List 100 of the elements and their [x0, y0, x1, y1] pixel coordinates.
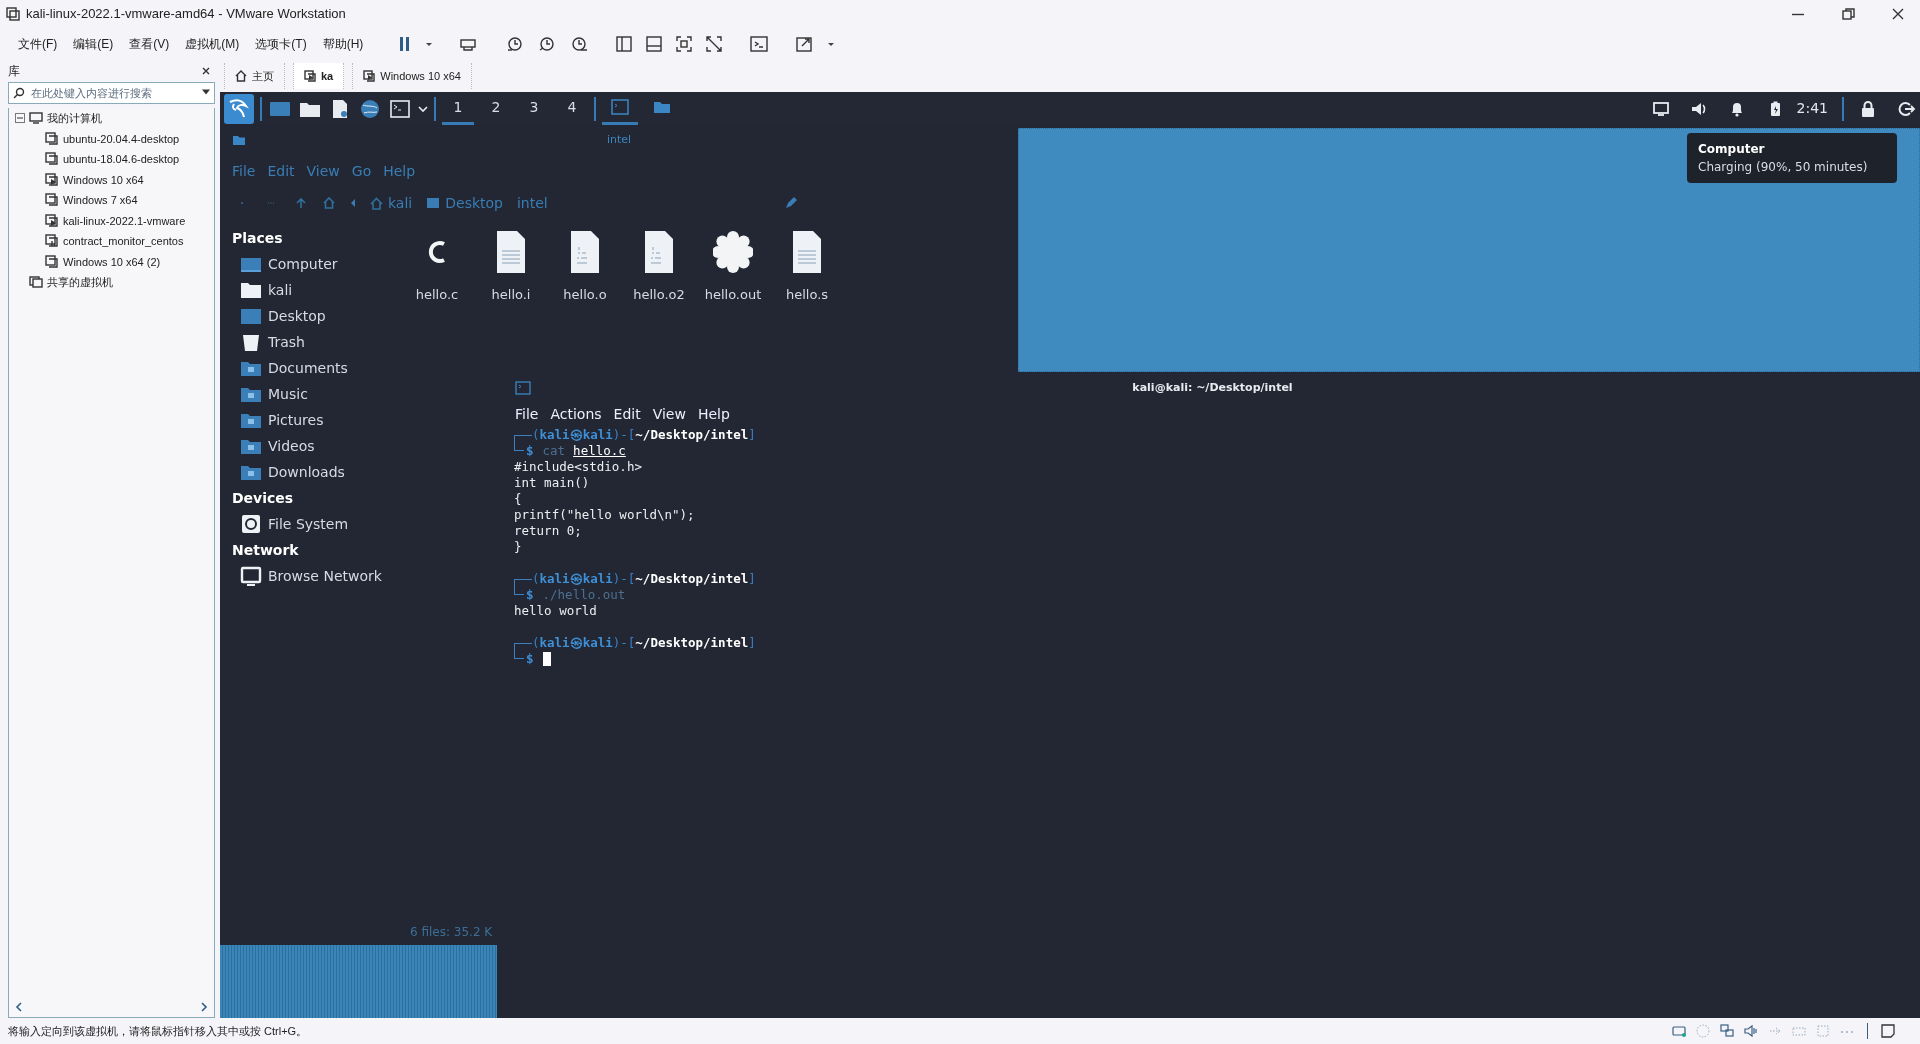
- tooltip-title: Computer: [1698, 141, 1766, 158]
- menu-item[interactable]: File: [509, 403, 545, 425]
- dropdown-caret-icon[interactable]: [202, 89, 210, 95]
- tree-item[interactable]: Windows 10 x64: [63, 171, 144, 188]
- place-item[interactable]: File System: [232, 511, 349, 537]
- file-name: hello.o2: [633, 286, 685, 304]
- vm-tab[interactable]: 主页: [224, 63, 285, 89]
- network-icon[interactable]: [1719, 1023, 1735, 1039]
- menu-item[interactable]: 帮助(H): [314, 33, 372, 55]
- terminal-output: hello world: [514, 603, 597, 619]
- close-icon: [1891, 7, 1905, 21]
- workspace-button[interactable]: 4: [556, 92, 588, 125]
- close-icon[interactable]: [201, 66, 211, 76]
- search-field[interactable]: 在此处键入内容进行搜索: [8, 82, 215, 104]
- tooltip-text: Charging (90%, 50 minutes): [1698, 159, 1869, 176]
- command-text: ./hello.out: [542, 587, 626, 603]
- menu-item[interactable]: Help: [691, 403, 736, 425]
- running-vm-icon: [45, 172, 59, 187]
- vm-tab[interactable]: ka: [293, 63, 345, 89]
- tree-item[interactable]: 共享的虚拟机: [47, 274, 113, 291]
- running-vm-icon: [45, 213, 59, 228]
- place-item[interactable]: Browse Network: [232, 563, 382, 589]
- caret-icon: [827, 41, 836, 47]
- document-tile[interactable]: hello.o2: [622, 229, 696, 305]
- menu-item[interactable]: Actions: [544, 403, 608, 425]
- place-item[interactable]: Desktop: [232, 303, 326, 329]
- place-item[interactable]: Documents: [232, 355, 348, 381]
- place-item[interactable]: Pictures: [232, 407, 324, 433]
- home-folder-icon: [240, 280, 262, 300]
- desktop-icon: [426, 197, 441, 209]
- menu-item[interactable]: 文件(F): [10, 33, 66, 55]
- terminal-output: int main(): [514, 475, 590, 491]
- window-title: kali-linux-2022.1-vmware-amd64 - VMware Workstation: [26, 5, 346, 24]
- tree-item[interactable]: Windows 7 x64: [63, 192, 138, 209]
- tree-item[interactable]: kali-linux-2022.1-vmware: [63, 212, 186, 229]
- search-icon: [13, 87, 25, 99]
- home-icon[interactable]: [322, 196, 336, 210]
- path-left-icon[interactable]: [350, 197, 356, 209]
- monitor-icon: [240, 566, 262, 586]
- trash-icon: [240, 332, 262, 352]
- running-vm-icon: [363, 70, 376, 82]
- window-title: kali@kali: ~/Desktop/intel: [1131, 379, 1294, 396]
- document-tile[interactable]: hello.i: [474, 229, 548, 305]
- terminal-output: #include<stdio.h>: [514, 459, 642, 475]
- tree-item[interactable]: ubuntu-20.04.4-desktop: [63, 130, 180, 147]
- dragon-logo-icon[interactable]: [224, 93, 254, 124]
- tree-item[interactable]: 我的计算机: [47, 110, 102, 127]
- terminal-output: printf("hello world\n");: [514, 507, 695, 523]
- place-item[interactable]: Music: [232, 381, 308, 407]
- pencil-icon[interactable]: [784, 196, 798, 210]
- tree-item[interactable]: ubuntu-18.04.6-desktop: [63, 151, 180, 168]
- place-item[interactable]: Videos: [232, 433, 315, 459]
- terminal-icon: [515, 381, 531, 395]
- place-item[interactable]: Computer: [232, 251, 338, 277]
- document-tile[interactable]: hello.o: [548, 229, 622, 305]
- menu-item[interactable]: 查看(V): [121, 33, 178, 55]
- tree-item[interactable]: contract_monitor_centos: [63, 233, 184, 250]
- workspace-button[interactable]: 1: [442, 92, 474, 125]
- expander-icon[interactable]: [15, 113, 25, 124]
- caret-icon: [425, 41, 434, 47]
- shared-vm-icon: [29, 276, 43, 289]
- place-item[interactable]: Downloads: [232, 459, 345, 485]
- speaker-icon[interactable]: [1743, 1023, 1759, 1039]
- workspace-button[interactable]: 3: [518, 92, 550, 125]
- menu-item[interactable]: View: [646, 403, 692, 425]
- section-heading: Places: [232, 228, 284, 248]
- fullscreen-icon: [675, 35, 694, 53]
- monitor-icon: [29, 112, 43, 125]
- restore-icon: [1841, 7, 1855, 21]
- terminal-output: {: [514, 491, 522, 507]
- library-title: 库: [8, 63, 20, 80]
- document-tile[interactable]: hello.s: [770, 229, 844, 305]
- document-tile[interactable]: hello.out: [696, 229, 770, 305]
- terminal-icon: [610, 98, 630, 116]
- running-vm-icon: [304, 70, 316, 82]
- minimize-icon: [1791, 12, 1805, 16]
- up-arrow-icon[interactable]: [294, 196, 308, 210]
- tree-item[interactable]: Windows 10 x64 (2): [63, 253, 161, 270]
- document-tile[interactable]: hello.c: [400, 229, 474, 305]
- menu-item[interactable]: 选项卡(T): [247, 33, 315, 55]
- gear-icon: [713, 229, 753, 275]
- section-heading: Devices: [232, 488, 295, 508]
- message-icon[interactable]: [1880, 1023, 1896, 1039]
- place-item[interactable]: Trash: [232, 329, 305, 355]
- menu-item[interactable]: 编辑(E): [65, 33, 122, 55]
- file-name: hello.s: [785, 286, 829, 304]
- scroll-right-icon[interactable]: [200, 1002, 208, 1012]
- place-item[interactable]: kali: [232, 277, 293, 303]
- menu-item[interactable]: Edit: [607, 403, 647, 425]
- bottom-panel-icon: [645, 35, 664, 53]
- scroll-left-icon[interactable]: [15, 1002, 23, 1012]
- vm-icon: [45, 131, 59, 146]
- prompt-text: (kali㉿kali)-[~/Desktop/intel]: [532, 635, 756, 651]
- workspace-button[interactable]: 2: [480, 92, 512, 125]
- panel-clock[interactable]: 2:41: [1796, 98, 1828, 119]
- prompt-symbol: $: [526, 443, 534, 459]
- caret-icon[interactable]: [418, 103, 428, 114]
- menu-item[interactable]: 虚拟机(M): [177, 33, 248, 55]
- folder-icon: [232, 134, 246, 146]
- vm-tab[interactable]: Windows 10 x64: [352, 63, 472, 89]
